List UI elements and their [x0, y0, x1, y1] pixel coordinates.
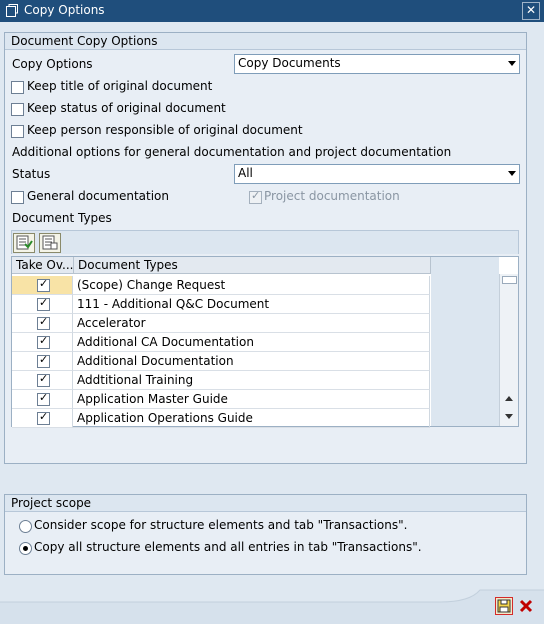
keep-responsible-label: Keep person responsible of original docu…	[27, 123, 303, 137]
document-type-cell: (Scope) Change Request	[73, 276, 430, 295]
consider-scope-radio[interactable]	[19, 520, 32, 533]
document-type-cell: Application Master Guide	[73, 390, 430, 409]
status-dropdown[interactable]: All	[234, 164, 520, 184]
group-title: Document Copy Options	[5, 33, 526, 50]
deselect-all-button[interactable]	[39, 233, 61, 253]
document-type-cell: Application Operations Guide	[73, 409, 430, 428]
table-row[interactable]: (Scope) Change Request	[12, 276, 430, 295]
general-documentation-label: General documentation	[27, 189, 169, 203]
take-over-checkbox[interactable]	[37, 277, 50, 292]
copy-options-icon	[6, 4, 18, 17]
scrollbar-thumb[interactable]	[502, 276, 517, 284]
copy-all-radio[interactable]	[19, 542, 32, 555]
table-row[interactable]: Additional CA Documentation	[12, 333, 430, 352]
status-value: All	[238, 166, 253, 180]
chevron-down-icon[interactable]	[508, 61, 516, 66]
status-label: Status	[12, 167, 51, 181]
take-over-checkbox[interactable]	[37, 296, 50, 311]
document-type-cell: Additional CA Documentation	[73, 333, 430, 352]
document-types-label: Document Types	[12, 211, 112, 225]
scroll-up-arrow-icon[interactable]	[505, 396, 513, 401]
row-selector-cell[interactable]	[12, 295, 73, 314]
take-over-checkbox[interactable]	[37, 372, 50, 387]
footer-bar	[0, 588, 544, 624]
copy-all-label: Copy all structure elements and all entr…	[34, 540, 422, 554]
save-icon	[497, 599, 511, 613]
take-over-checkbox[interactable]	[37, 334, 50, 349]
table-row[interactable]: Accelerator	[12, 314, 430, 333]
document-types-table: Take Ov... Document Types (Scope) Change…	[11, 256, 519, 428]
cancel-button[interactable]	[517, 597, 535, 615]
additional-options-label: Additional options for general documenta…	[12, 145, 452, 159]
group-title: Project scope	[5, 495, 526, 512]
row-selector-cell[interactable]	[12, 352, 73, 371]
document-type-cell: 111 - Additional Q&C Document	[73, 295, 430, 314]
document-type-cell: Accelerator	[73, 314, 430, 333]
row-selector-cell[interactable]	[12, 371, 73, 390]
consider-scope-label: Consider scope for structure elements an…	[34, 518, 408, 532]
project-scope-group: Project scope	[4, 494, 527, 575]
cancel-icon	[519, 599, 533, 613]
table-row[interactable]: Application Master Guide	[12, 390, 430, 409]
copy-options-dropdown[interactable]: Copy Documents	[234, 54, 520, 74]
empty-column-area	[431, 257, 499, 426]
keep-title-checkbox[interactable]	[11, 81, 24, 94]
table-row[interactable]: Application Operations Guide	[12, 409, 430, 428]
column-header-document-types[interactable]: Document Types	[74, 257, 431, 274]
title-bar: Copy Options ✕	[0, 0, 544, 22]
row-selector-cell[interactable]	[12, 333, 73, 352]
row-selector-cell[interactable]	[12, 409, 73, 428]
footer-curve	[0, 589, 544, 624]
take-over-checkbox[interactable]	[37, 391, 50, 406]
table-row[interactable]: Addtitional Training	[12, 371, 430, 390]
project-documentation-label: Project documentation	[264, 189, 400, 203]
table-toolbar	[11, 230, 519, 254]
vertical-scrollbar[interactable]	[499, 274, 518, 426]
window-title: Copy Options	[24, 3, 105, 17]
chevron-down-icon[interactable]	[508, 171, 516, 176]
column-header-take-over[interactable]: Take Ov...	[12, 257, 74, 274]
keep-title-label: Keep title of original document	[27, 79, 213, 93]
deselect-all-icon	[42, 235, 58, 250]
keep-responsible-checkbox[interactable]	[11, 125, 24, 138]
project-documentation-checkbox	[249, 189, 262, 204]
document-type-cell: Additional Documentation	[73, 352, 430, 371]
copy-options-value: Copy Documents	[238, 56, 341, 70]
save-button[interactable]	[495, 597, 513, 615]
close-button[interactable]: ✕	[522, 2, 540, 20]
row-selector-cell[interactable]	[12, 276, 73, 295]
select-all-icon	[16, 235, 33, 250]
copy-options-label: Copy Options	[12, 57, 93, 71]
take-over-checkbox[interactable]	[37, 410, 50, 425]
row-selector-cell[interactable]	[12, 314, 73, 333]
general-documentation-checkbox[interactable]	[11, 191, 24, 204]
take-over-checkbox[interactable]	[37, 315, 50, 330]
table-row[interactable]: Additional Documentation	[12, 352, 430, 371]
scroll-down-arrow-icon[interactable]	[505, 414, 513, 419]
keep-status-checkbox[interactable]	[11, 103, 24, 116]
document-type-cell: Addtitional Training	[73, 371, 430, 390]
take-over-checkbox[interactable]	[37, 353, 50, 368]
row-selector-cell[interactable]	[12, 390, 73, 409]
keep-status-label: Keep status of original document	[27, 101, 226, 115]
table-row[interactable]: 111 - Additional Q&C Document	[12, 295, 430, 314]
select-all-button[interactable]	[13, 233, 35, 253]
